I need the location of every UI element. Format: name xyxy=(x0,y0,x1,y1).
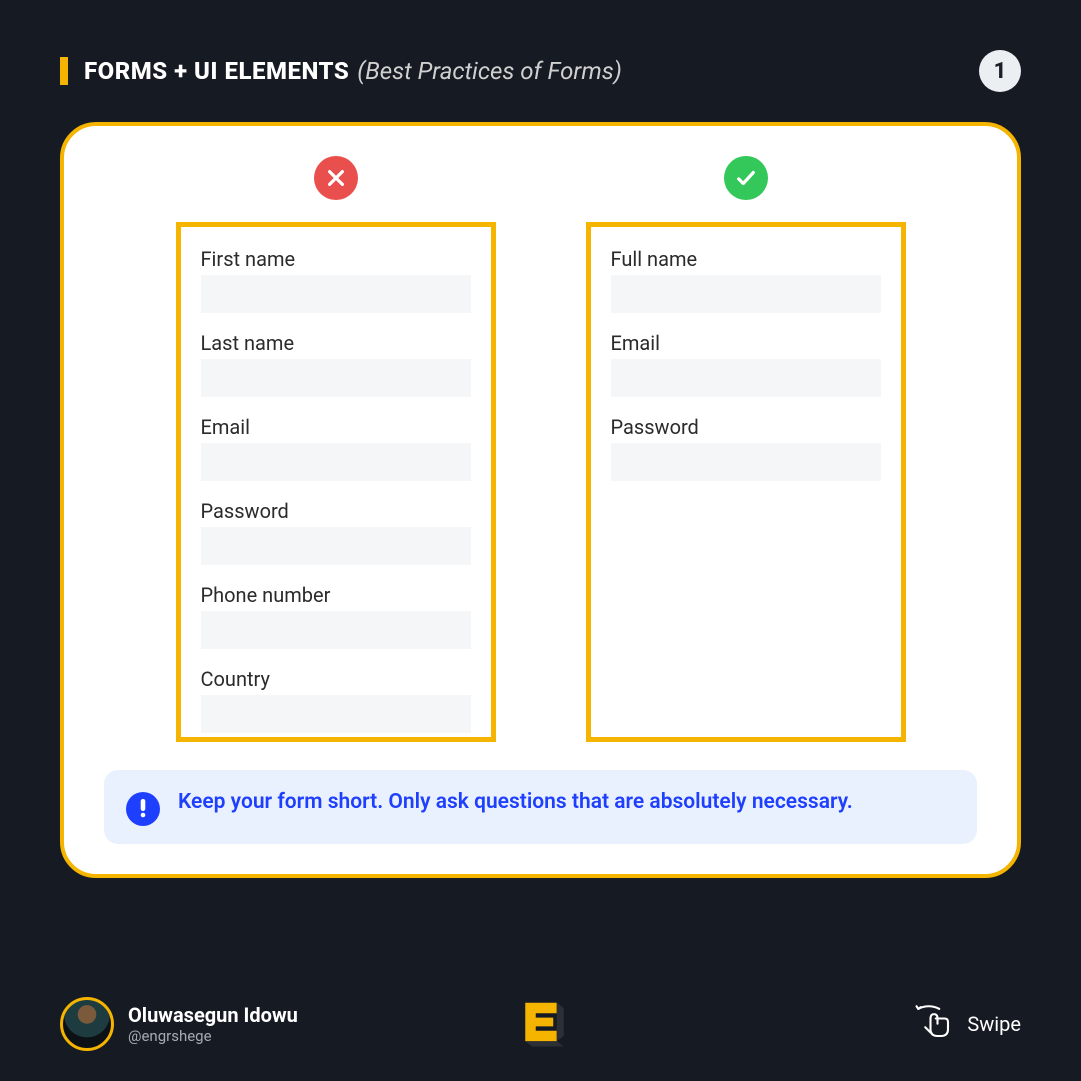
text-input[interactable] xyxy=(201,359,471,397)
author-name: Oluwasegun Idowu xyxy=(128,1003,298,1027)
form-field: First name xyxy=(201,247,471,313)
field-label: First name xyxy=(201,247,471,271)
form-field: Password xyxy=(611,415,881,481)
text-input[interactable] xyxy=(611,275,881,313)
form-field: Password xyxy=(201,499,471,565)
author-block: Oluwasegun Idowu @engrshege xyxy=(128,1003,298,1045)
swipe-hint: Swipe xyxy=(913,1001,1021,1048)
field-label: Email xyxy=(201,415,471,439)
page-number: 1 xyxy=(994,59,1007,84)
info-icon xyxy=(126,792,160,826)
form-column-bad: First name Last name Email Password Phon… xyxy=(176,156,496,742)
form-column-good: Full name Email Password xyxy=(586,156,906,742)
text-input[interactable] xyxy=(201,611,471,649)
field-label: Last name xyxy=(201,331,471,355)
text-input[interactable] xyxy=(201,275,471,313)
tip-text: Keep your form short. Only ask questions… xyxy=(178,788,853,816)
form-box-good: Full name Email Password xyxy=(586,222,906,742)
field-label: Password xyxy=(201,499,471,523)
swipe-label: Swipe xyxy=(967,1012,1021,1036)
form-box-bad: First name Last name Email Password Phon… xyxy=(176,222,496,742)
text-input[interactable] xyxy=(201,443,471,481)
field-label: Phone number xyxy=(201,583,471,607)
header: FORMS + UI ELEMENTS (Best Practices of F… xyxy=(60,50,1021,92)
title-main: FORMS + UI ELEMENTS xyxy=(84,57,349,85)
text-input[interactable] xyxy=(201,527,471,565)
footer: Oluwasegun Idowu @engrshege Swipe xyxy=(60,979,1021,1051)
cross-icon xyxy=(314,156,358,200)
accent-bar xyxy=(60,57,68,85)
tip-callout: Keep your form short. Only ask questions… xyxy=(104,770,977,844)
field-label: Full name xyxy=(611,247,881,271)
form-field: Phone number xyxy=(201,583,471,649)
text-input[interactable] xyxy=(611,359,881,397)
author-handle: @engrshege xyxy=(128,1027,298,1045)
field-label: Password xyxy=(611,415,881,439)
form-field: Country xyxy=(201,667,471,733)
content-card: First name Last name Email Password Phon… xyxy=(60,122,1021,878)
select-input[interactable] xyxy=(201,695,471,733)
field-label: Country xyxy=(201,667,471,691)
brand-logo-icon xyxy=(513,994,569,1054)
form-field: Full name xyxy=(611,247,881,313)
check-icon xyxy=(724,156,768,200)
form-field: Email xyxy=(611,331,881,397)
field-label: Email xyxy=(611,331,881,355)
avatar xyxy=(60,997,114,1051)
form-field: Email xyxy=(201,415,471,481)
forms-comparison-row: First name Last name Email Password Phon… xyxy=(104,156,977,742)
page-number-badge: 1 xyxy=(979,50,1021,92)
form-field: Last name xyxy=(201,331,471,397)
title-subtitle: (Best Practices of Forms) xyxy=(357,57,622,85)
text-input[interactable] xyxy=(611,443,881,481)
swipe-icon xyxy=(913,1001,955,1048)
